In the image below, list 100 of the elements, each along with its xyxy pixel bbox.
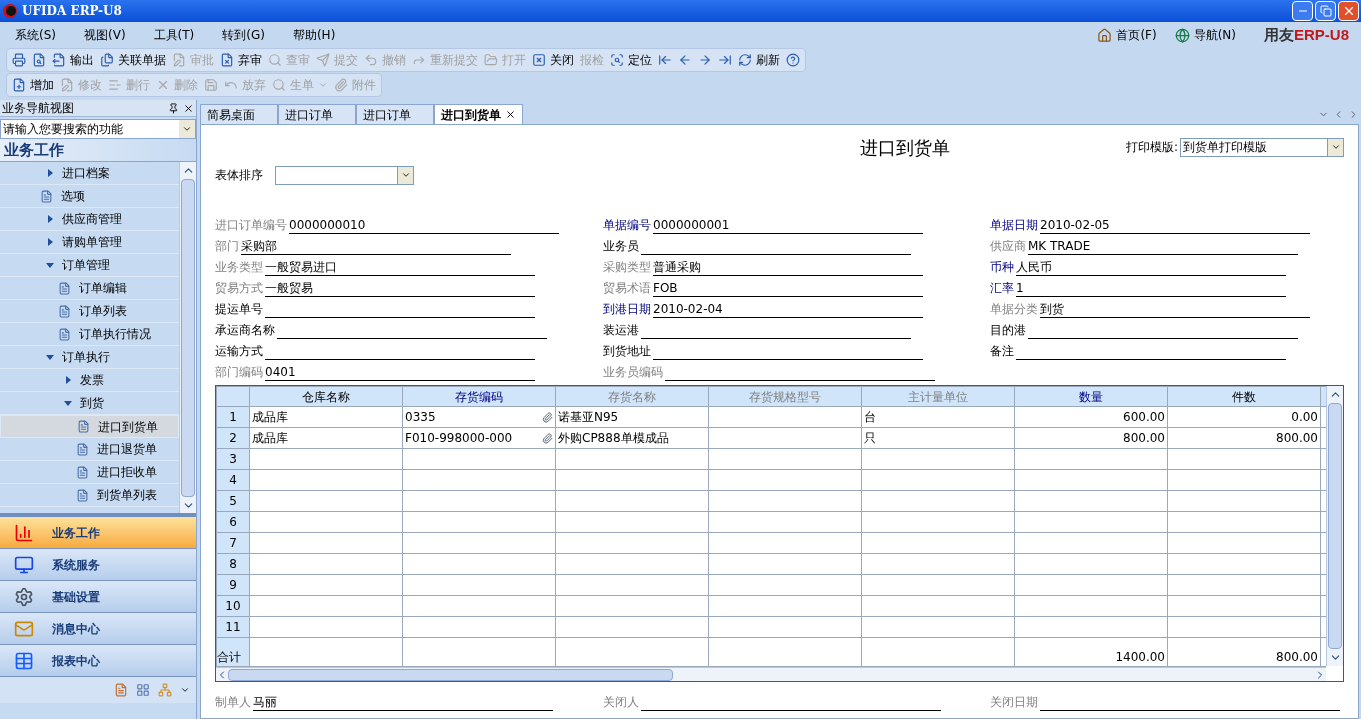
tree-item[interactable]: 进口拒收单: [0, 461, 179, 484]
column-header[interactable]: 存货编码: [402, 386, 556, 407]
input-field[interactable]: 采购部: [241, 238, 511, 255]
search-icon: [268, 53, 282, 67]
tree-item[interactable]: 选项: [0, 185, 179, 208]
section-button[interactable]: 消息中心: [0, 613, 196, 645]
minimize-button[interactable]: [1292, 1, 1313, 21]
caret-right-icon[interactable]: [46, 215, 54, 223]
template-select[interactable]: 到货单打印模版: [1180, 137, 1344, 157]
document-x-icon: [220, 53, 234, 67]
row-number: 6: [216, 511, 250, 533]
table-cell: 0.00: [1167, 406, 1321, 428]
input-field[interactable]: 普通采购: [653, 259, 923, 276]
section-button[interactable]: 基础设置: [0, 581, 196, 613]
tab[interactable]: 进口订单: [356, 104, 434, 124]
table-cell: 只: [861, 427, 1015, 449]
tree-item[interactable]: 订单编辑: [0, 277, 179, 300]
export-icon: [52, 53, 66, 67]
restore-button[interactable]: [1315, 1, 1336, 21]
tree-item[interactable]: 进口到货单: [0, 415, 179, 438]
toolbar-button[interactable]: 增加: [9, 75, 57, 95]
tree-item[interactable]: 进口退货单: [0, 438, 179, 461]
gear-icon: [14, 586, 34, 607]
folder-icon: [484, 53, 498, 67]
input-field[interactable]: 0401: [265, 364, 535, 381]
input-field[interactable]: 到货: [1040, 301, 1310, 318]
paperclip-icon[interactable]: [542, 411, 553, 423]
tree-item[interactable]: 订单执行情况: [0, 323, 179, 346]
row-number: 7: [216, 532, 250, 554]
section-button[interactable]: 系统服务: [0, 549, 196, 581]
menu-item[interactable]: 帮助(H): [285, 26, 343, 44]
paperclip-icon: [334, 78, 348, 92]
paperclip-icon[interactable]: [542, 432, 553, 444]
toolbar-button[interactable]: 输出: [49, 50, 97, 70]
input-field[interactable]: 2010-02-05: [1040, 217, 1310, 234]
input-field[interactable]: 一般贸易: [265, 280, 535, 297]
input-field[interactable]: 人民币: [1016, 259, 1286, 276]
field-label: 备注: [990, 343, 1014, 360]
caret-right-icon[interactable]: [46, 238, 54, 246]
input-field[interactable]: MK TRADE: [1028, 238, 1298, 255]
tree-item[interactable]: 到货单列表: [0, 484, 179, 507]
pin-icon[interactable]: [168, 102, 179, 114]
caret-down-icon[interactable]: [46, 353, 54, 361]
nav-link[interactable]: 导航(N): [1174, 26, 1236, 44]
document-icon: [58, 327, 71, 341]
caret-down-icon[interactable]: [64, 399, 72, 407]
input-field[interactable]: FOB: [653, 280, 923, 297]
menu-item[interactable]: 视图(V): [77, 26, 133, 44]
toolbar-button[interactable]: 定位: [607, 50, 655, 70]
vertical-scrollbar[interactable]: [179, 162, 196, 514]
menu-item[interactable]: 转到(G): [215, 26, 272, 44]
sort-select[interactable]: [275, 165, 414, 185]
nav-link[interactable]: 首页(F): [1097, 26, 1157, 44]
input-field[interactable]: 马丽: [253, 694, 553, 711]
search-dropdown[interactable]: 请输入您要搜索的功能: [0, 119, 196, 139]
toolbar-button[interactable]: 关联单据: [97, 50, 169, 70]
section-button[interactable]: 业务工作: [0, 517, 196, 549]
caret-right-icon[interactable]: [64, 376, 72, 384]
tab[interactable]: 进口订单: [278, 104, 356, 124]
section-button[interactable]: 报表中心: [0, 645, 196, 677]
toolbar-button[interactable]: 关闭: [529, 50, 577, 70]
toolbar-button[interactable]: 刷新: [735, 50, 783, 70]
grid-icon[interactable]: [136, 683, 150, 697]
menu-item[interactable]: 工具(T): [146, 26, 202, 44]
input-field[interactable]: 0000000001: [653, 217, 923, 234]
horizontal-scrollbar[interactable]: [216, 667, 1326, 681]
document-icon[interactable]: [114, 683, 128, 697]
input-field[interactable]: 2010-02-04: [653, 301, 923, 318]
input-field[interactable]: 1: [1016, 280, 1286, 297]
column-header[interactable]: 数量: [1014, 386, 1168, 407]
row-number: 11: [216, 616, 250, 638]
vertical-scrollbar[interactable]: [1326, 386, 1343, 666]
field-label: 承运商名称: [215, 322, 275, 339]
toolbar-button[interactable]: 弃审: [217, 50, 265, 70]
edit-document-icon: [172, 53, 186, 67]
field-label: 表体排序: [215, 167, 263, 184]
tree-item[interactable]: 订单列表: [0, 300, 179, 323]
close-icon[interactable]: [505, 109, 516, 120]
document-icon: [76, 442, 89, 456]
menu-item[interactable]: 系统(S): [8, 26, 63, 44]
tab[interactable]: 简易桌面: [200, 104, 278, 124]
caret-icon: [400, 170, 411, 180]
caret-icon[interactable]: [180, 685, 190, 695]
input-field[interactable]: 一般贸易进口: [265, 259, 535, 276]
caret-right-icon[interactable]: [46, 169, 54, 177]
caret-icon: [1330, 142, 1341, 152]
previous-icon: [678, 53, 692, 67]
close-button[interactable]: [1338, 1, 1359, 21]
input-field[interactable]: 0000000010: [289, 217, 559, 234]
caret-down-icon[interactable]: [46, 261, 54, 269]
close-icon[interactable]: [183, 102, 194, 114]
field-label: 业务类型: [215, 259, 263, 276]
column-header[interactable]: 件数: [1167, 386, 1321, 407]
column-header[interactable]: 仓库名称: [249, 386, 403, 407]
search-field[interactable]: 请输入您要搜索的功能: [3, 120, 179, 138]
document-icon: [58, 304, 71, 318]
row-number: 10: [216, 595, 250, 617]
table-cell: 800.00: [1167, 427, 1321, 449]
field-label: 业务员: [603, 238, 639, 255]
tab[interactable]: 进口到货单: [434, 104, 523, 124]
